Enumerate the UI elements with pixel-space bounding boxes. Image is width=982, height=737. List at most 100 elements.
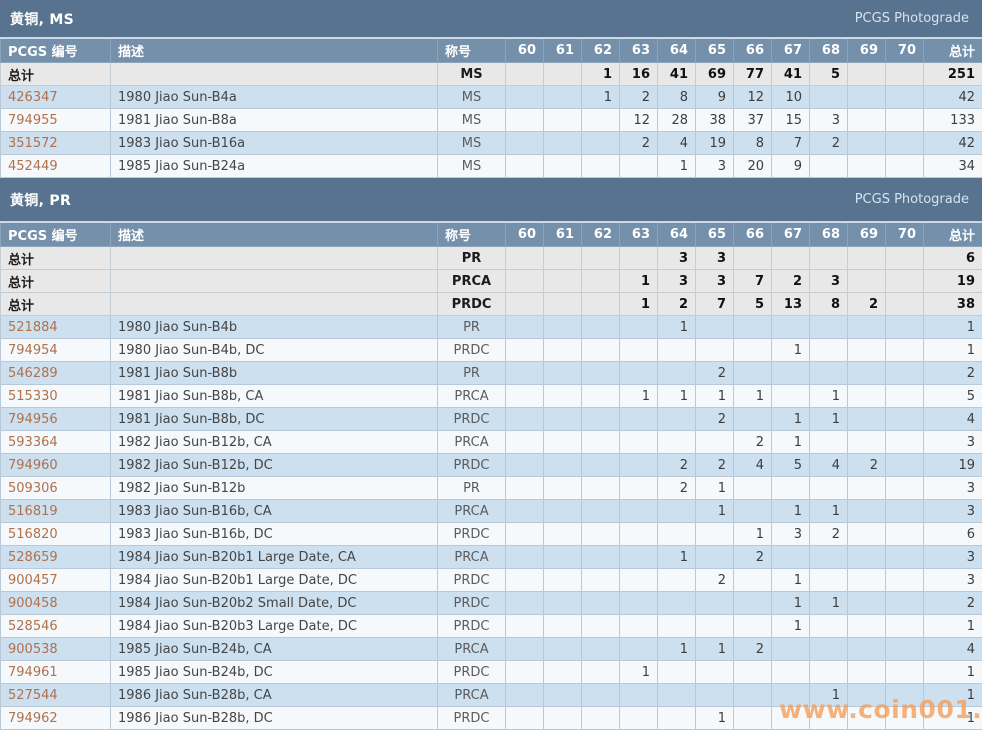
coin-row: 3515721983 Jiao Sun-B16aMS241987242 bbox=[1, 132, 982, 155]
grade-count-cell bbox=[582, 523, 620, 546]
grade-count-cell: 3 bbox=[772, 523, 810, 546]
pcgs-number-cell: 426347 bbox=[1, 86, 111, 109]
designation-cell: MS bbox=[438, 109, 506, 132]
grade-count-cell bbox=[772, 661, 810, 684]
row-total-cell: 3 bbox=[924, 477, 982, 500]
pcgs-number-link[interactable]: 900457 bbox=[8, 573, 58, 588]
coin-description: 1982 Jiao Sun-B12b bbox=[111, 477, 438, 500]
grade-count-cell: 1 bbox=[696, 638, 734, 661]
pcgs-number-cell: 521884 bbox=[1, 316, 111, 339]
pcgs-number-link[interactable]: 794955 bbox=[8, 113, 58, 128]
section-title: 黄铜, MS bbox=[10, 9, 74, 29]
grade-count-cell bbox=[886, 408, 924, 431]
grade-count-cell bbox=[848, 569, 886, 592]
grade-count-cell bbox=[582, 316, 620, 339]
col-header-pcgs: PCGS 编号 bbox=[1, 222, 111, 247]
grade-count-cell bbox=[734, 707, 772, 730]
grade-count-cell: 5 bbox=[734, 293, 772, 316]
description-cell bbox=[111, 247, 438, 270]
grade-count-cell bbox=[620, 615, 658, 638]
total-row-label: 总计 bbox=[1, 293, 111, 316]
pcgs-number-cell: 900458 bbox=[1, 592, 111, 615]
grade-count-cell: 7 bbox=[696, 293, 734, 316]
grade-count-cell bbox=[506, 638, 544, 661]
grade-count-cell bbox=[506, 431, 544, 454]
pcgs-number-link[interactable]: 528546 bbox=[8, 619, 58, 634]
grade-count-cell bbox=[810, 316, 848, 339]
grade-count-cell bbox=[848, 362, 886, 385]
grade-count-cell bbox=[848, 385, 886, 408]
grade-count-cell bbox=[810, 707, 848, 730]
grade-count-cell bbox=[848, 155, 886, 178]
grade-count-cell bbox=[734, 362, 772, 385]
designation-cell: PR bbox=[438, 477, 506, 500]
grade-count-cell bbox=[582, 339, 620, 362]
pcgs-number-link[interactable]: 351572 bbox=[8, 136, 58, 151]
pcgs-number-link[interactable]: 794956 bbox=[8, 412, 58, 427]
row-total-cell: 19 bbox=[924, 270, 982, 293]
grade-count-cell bbox=[696, 431, 734, 454]
grade-count-cell bbox=[544, 684, 582, 707]
col-header-grade-67: 67 bbox=[772, 222, 810, 247]
grade-count-cell bbox=[696, 592, 734, 615]
col-header-grade-65: 65 bbox=[696, 38, 734, 63]
coin-row: 5285461984 Jiao Sun-B20b3 Large Date, DC… bbox=[1, 615, 982, 638]
pcgs-photograde-label: PCGS Photograde bbox=[855, 192, 969, 207]
grade-count-cell bbox=[848, 316, 886, 339]
grade-count-cell bbox=[544, 63, 582, 86]
pcgs-number-link[interactable]: 593364 bbox=[8, 435, 58, 450]
total-row-label: 总计 bbox=[1, 270, 111, 293]
grade-count-cell: 3 bbox=[810, 109, 848, 132]
row-total-cell: 1 bbox=[924, 316, 982, 339]
pcgs-number-link[interactable]: 794960 bbox=[8, 458, 58, 473]
pcgs-number-link[interactable]: 794962 bbox=[8, 711, 58, 726]
grade-count-cell bbox=[734, 477, 772, 500]
grade-count-cell: 10 bbox=[772, 86, 810, 109]
grade-count-cell bbox=[810, 86, 848, 109]
grade-count-cell: 1 bbox=[696, 707, 734, 730]
grade-count-cell bbox=[658, 523, 696, 546]
grade-count-cell bbox=[886, 385, 924, 408]
pcgs-number-link[interactable]: 515330 bbox=[8, 389, 58, 404]
col-header-grade-69: 69 bbox=[848, 38, 886, 63]
pcgs-number-link[interactable]: 527544 bbox=[8, 688, 58, 703]
grade-count-cell bbox=[582, 615, 620, 638]
pcgs-number-link[interactable]: 546289 bbox=[8, 366, 58, 381]
pcgs-number-cell: 516819 bbox=[1, 500, 111, 523]
col-header-grade-63: 63 bbox=[620, 38, 658, 63]
pcgs-number-link[interactable]: 509306 bbox=[8, 481, 58, 496]
pcgs-number-cell: 528546 bbox=[1, 615, 111, 638]
grade-count-cell bbox=[620, 707, 658, 730]
grade-count-cell bbox=[544, 569, 582, 592]
pcgs-number-link[interactable]: 516820 bbox=[8, 527, 58, 542]
grade-count-cell bbox=[886, 661, 924, 684]
grade-count-cell bbox=[544, 615, 582, 638]
pcgs-number-link[interactable]: 900538 bbox=[8, 642, 58, 657]
pcgs-number-link[interactable]: 426347 bbox=[8, 90, 58, 105]
grade-count-cell bbox=[696, 316, 734, 339]
col-header-grade-61: 61 bbox=[544, 38, 582, 63]
pcgs-number-link[interactable]: 452449 bbox=[8, 159, 58, 174]
pcgs-number-link[interactable]: 794961 bbox=[8, 665, 58, 680]
grade-count-cell bbox=[620, 155, 658, 178]
pcgs-number-link[interactable]: 516819 bbox=[8, 504, 58, 519]
coin-row: 7949621986 Jiao Sun-B28b, DCPRDC11 bbox=[1, 707, 982, 730]
grade-count-cell bbox=[544, 707, 582, 730]
pcgs-number-link[interactable]: 528659 bbox=[8, 550, 58, 565]
grade-count-cell: 1 bbox=[620, 270, 658, 293]
grade-count-cell bbox=[734, 316, 772, 339]
pcgs-number-link[interactable]: 794954 bbox=[8, 343, 58, 358]
grade-count-cell: 8 bbox=[658, 86, 696, 109]
grade-count-cell bbox=[506, 155, 544, 178]
grade-count-cell bbox=[886, 155, 924, 178]
grade-count-cell: 38 bbox=[696, 109, 734, 132]
coin-row: 4524491985 Jiao Sun-B24aMS1320934 bbox=[1, 155, 982, 178]
pcgs-number-cell: 794956 bbox=[1, 408, 111, 431]
grade-count-cell bbox=[620, 592, 658, 615]
grade-count-cell bbox=[886, 454, 924, 477]
grade-count-cell: 8 bbox=[734, 132, 772, 155]
pcgs-number-link[interactable]: 900458 bbox=[8, 596, 58, 611]
grade-count-cell: 2 bbox=[696, 454, 734, 477]
pcgs-number-link[interactable]: 521884 bbox=[8, 320, 58, 335]
grade-count-cell: 1 bbox=[772, 500, 810, 523]
